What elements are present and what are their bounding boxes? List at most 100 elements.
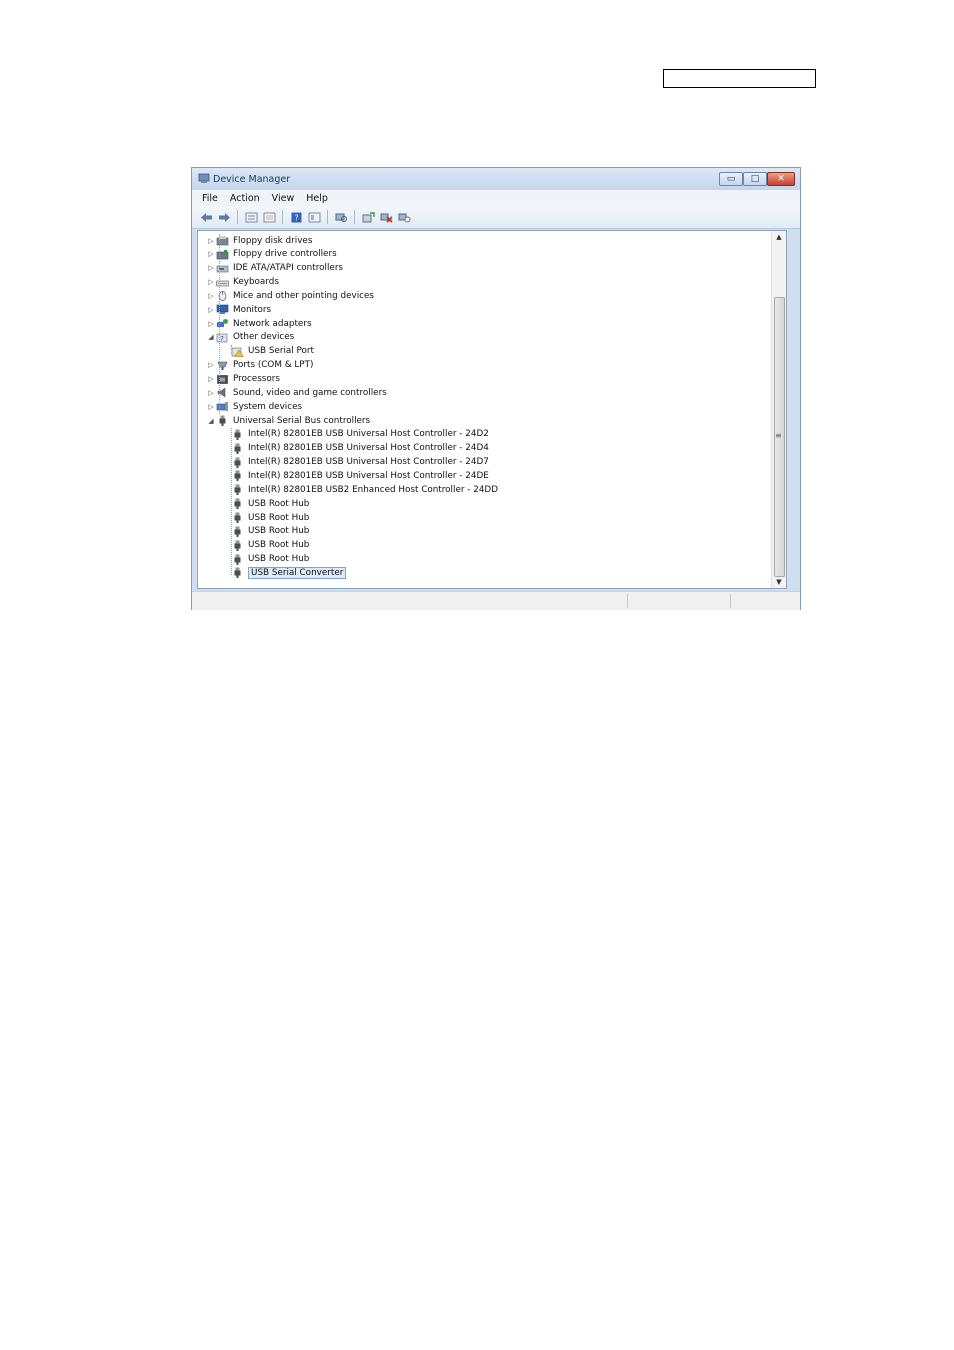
update-driver-icon[interactable] — [361, 211, 375, 224]
header-field-box — [663, 69, 816, 88]
usb-icon — [231, 470, 244, 482]
minimize-button[interactable]: ▭ — [719, 172, 743, 186]
usb-icon — [231, 457, 244, 468]
network-adapter-icon — [216, 318, 229, 329]
tree-item-label: Intel(R) 82801EB USB Universal Host Cont… — [248, 443, 489, 454]
properties-icon[interactable] — [244, 211, 258, 224]
window-title: Device Manager — [213, 174, 291, 185]
expand-arrow-icon[interactable]: ▷ — [206, 292, 216, 300]
expand-arrow-icon[interactable]: ▷ — [206, 237, 216, 245]
expand-arrow-icon[interactable]: ▷ — [206, 306, 216, 314]
tree-device[interactable]: Intel(R) 82801EB USB Universal Host Cont… — [221, 428, 489, 441]
close-button[interactable]: ✕ — [767, 172, 795, 186]
collapse-arrow-icon[interactable]: ◢ — [206, 333, 216, 341]
tree-category[interactable]: ▷ Ports (COM & LPT) — [206, 359, 313, 372]
tree-category[interactable]: ▷ Mice and other pointing devices — [206, 289, 374, 302]
expand-arrow-icon[interactable]: ▷ — [206, 250, 216, 258]
svg-text:?: ? — [220, 335, 224, 343]
expand-arrow-icon[interactable]: ▷ — [206, 320, 216, 328]
monitor-icon — [216, 304, 229, 315]
usb-icon — [231, 567, 244, 579]
expand-arrow-icon[interactable]: ▷ — [206, 403, 216, 411]
help-icon[interactable]: ? — [289, 211, 303, 224]
device-manager-icon — [198, 173, 210, 183]
tree-category[interactable]: ▷ Sound, video and game controllers — [206, 386, 387, 399]
tree-device[interactable]: Intel(R) 82801EB USB Universal Host Cont… — [221, 442, 489, 455]
view-icon[interactable] — [307, 211, 321, 224]
tree-item-label: Ports (COM & LPT) — [233, 360, 314, 371]
tree-device[interactable]: USB Root Hub — [221, 525, 309, 538]
port-icon — [216, 360, 229, 371]
expand-arrow-icon[interactable]: ▷ — [206, 361, 216, 369]
tree-item-label: USB Root Hub — [248, 540, 310, 551]
title-bar[interactable]: Device Manager ▭ □ ✕ — [192, 168, 800, 190]
details-icon[interactable] — [262, 211, 276, 224]
usb-icon — [231, 554, 244, 565]
collapse-arrow-icon[interactable]: ◢ — [206, 417, 216, 425]
expand-arrow-icon[interactable]: ▷ — [206, 389, 216, 397]
menu-view[interactable]: View — [272, 193, 295, 204]
back-arrow-icon[interactable] — [199, 211, 213, 224]
scroll-down-arrow-icon[interactable]: ▼ — [772, 576, 786, 588]
vertical-scrollbar[interactable]: ▲ ≡ ▼ — [771, 231, 786, 588]
tree-item-label: Intel(R) 82801EB USB2 Enhanced Host Cont… — [248, 484, 498, 495]
device-tree: ▷ Floppy disk drives ▷ Floppy drive control… — [198, 231, 772, 588]
tree-item-label: IDE ATA/ATAPI controllers — [233, 263, 344, 274]
tree-category[interactable]: ◢ Universal Serial Bus controllers — [206, 414, 370, 427]
tree-device[interactable]: USB Serial Port — [221, 345, 314, 358]
tree-item-label: Intel(R) 82801EB USB Universal Host Cont… — [248, 457, 489, 468]
tree-category[interactable]: ▷ Floppy drive controllers — [206, 248, 336, 261]
status-divider — [730, 594, 731, 608]
tree-item-label: USB Root Hub — [248, 512, 310, 523]
maximize-button[interactable]: □ — [743, 172, 767, 186]
usb-icon — [231, 429, 244, 440]
tree-device[interactable]: Intel(R) 82801EB USB Universal Host Cont… — [221, 469, 489, 482]
svg-text:?: ? — [294, 213, 298, 222]
tree-device[interactable]: USB Root Hub — [221, 497, 309, 510]
toolbar: ? — [192, 206, 800, 229]
scan-hardware-icon[interactable] — [334, 211, 348, 224]
expand-arrow-icon[interactable]: ▷ — [206, 375, 216, 383]
menu-action[interactable]: Action — [230, 193, 260, 204]
usb-icon — [231, 443, 244, 454]
toolbar-separator — [282, 210, 283, 224]
tree-category[interactable]: ▷ Network adapters — [206, 317, 311, 330]
tree-item-label: Keyboards — [233, 277, 279, 288]
usb-icon — [216, 415, 229, 427]
usb-icon — [231, 484, 244, 496]
forward-arrow-icon[interactable] — [217, 211, 231, 224]
tree-item-label: Monitors — [233, 304, 272, 315]
uninstall-icon[interactable] — [379, 211, 393, 224]
expand-arrow-icon[interactable]: ▷ — [206, 278, 216, 286]
tree-connector-line — [231, 344, 232, 354]
tree-category[interactable]: ▷ Floppy disk drives — [206, 234, 312, 247]
speaker-icon — [216, 387, 229, 398]
tree-category[interactable]: ▷ IDE ATA/ATAPI controllers — [206, 262, 343, 275]
tree-device[interactable]: Intel(R) 82801EB USB Universal Host Cont… — [221, 456, 489, 469]
tree-category[interactable]: ▷ Monitors — [206, 303, 271, 316]
menu-help[interactable]: Help — [306, 193, 328, 204]
tree-device[interactable]: USB Root Hub — [221, 553, 309, 566]
tree-item-label: USB Root Hub — [248, 526, 310, 537]
tree-category[interactable]: ▷ System devices — [206, 400, 302, 413]
tree-item-label: Mice and other pointing devices — [233, 290, 374, 301]
tree-item-label: USB Root Hub — [248, 498, 310, 509]
scroll-up-arrow-icon[interactable]: ▲ — [772, 231, 786, 243]
tree-device[interactable]: USB Serial Converter — [221, 566, 347, 579]
tree-item-label: Processors — [233, 374, 280, 384]
expand-arrow-icon[interactable]: ▷ — [206, 264, 216, 272]
menu-file[interactable]: File — [202, 193, 218, 204]
tree-device[interactable]: USB Root Hub — [221, 539, 309, 552]
menu-bar: File Action View Help — [192, 190, 800, 207]
tree-device[interactable]: Intel(R) 82801EB USB2 Enhanced Host Cont… — [221, 483, 498, 496]
other-devices-icon: ? — [216, 332, 229, 343]
scroll-grip-icon: ≡ — [775, 431, 782, 440]
tree-item-label: System devices — [233, 401, 303, 412]
tree-category[interactable]: ▷ Processors — [206, 373, 280, 386]
usb-icon — [231, 512, 244, 523]
status-bar — [192, 591, 800, 610]
disable-icon[interactable] — [397, 211, 411, 224]
tree-device[interactable]: USB Root Hub — [221, 511, 309, 524]
tree-category[interactable]: ▷ Keyboards — [206, 276, 279, 289]
tree-item-label: USB Serial Port — [248, 346, 314, 357]
